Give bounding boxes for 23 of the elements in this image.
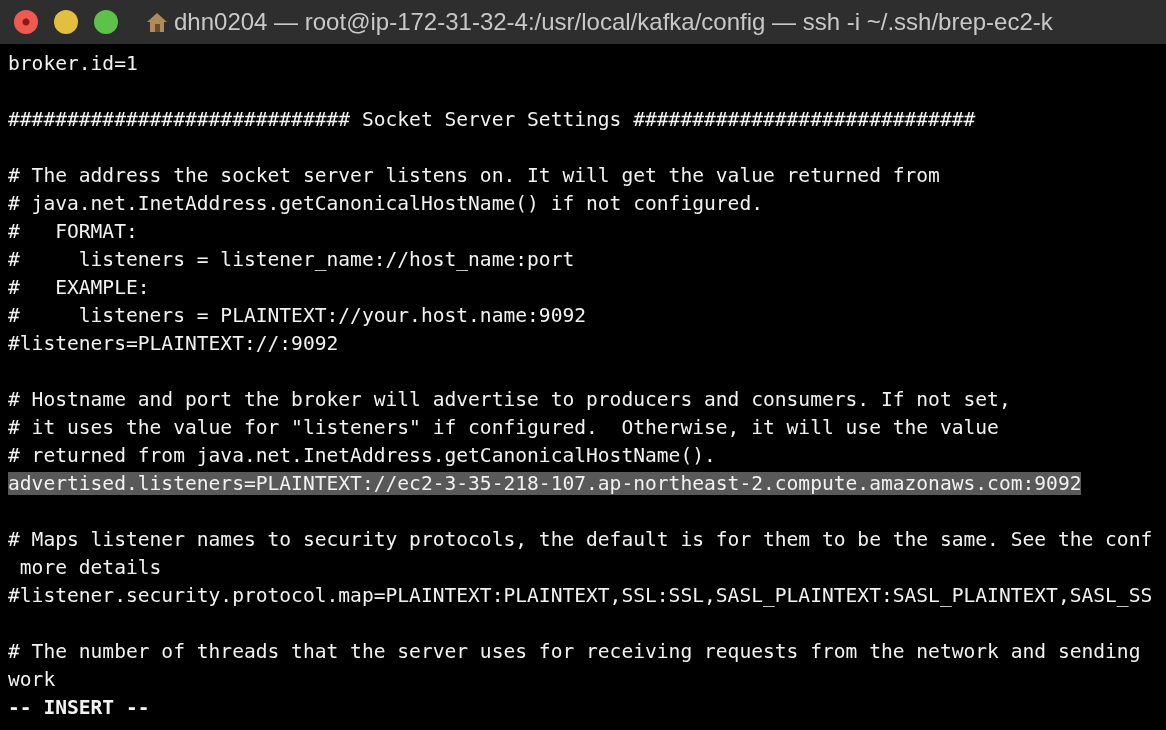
terminal-line: more details: [18, 556, 162, 579]
terminal-line: # The number of threads that the server uses for receiving requests from the network and sending: [8, 640, 1141, 663]
mode-indicator: -- INSERT --: [8, 696, 150, 719]
close-button[interactable]: [14, 10, 38, 34]
terminal-line: # java.net.InetAddress.getCanonicalHostName() if not configured.: [8, 192, 763, 215]
terminal-line: #listeners=PLAINTEXT://:9092: [8, 332, 339, 355]
terminal-line: # listeners = PLAINTEXT://your.host.name:9092: [8, 304, 587, 327]
terminal-line: # The address the socket server listens on. It will get the value returned from: [8, 164, 940, 187]
zoom-button[interactable]: [94, 10, 118, 34]
terminal-line: # Maps listener names to security protocols, the default is for them to be the same. See the conf: [8, 528, 1153, 551]
terminal-line: # Hostname and port the broker will advertise to producers and consumers. If not set,: [8, 388, 1011, 411]
minimize-button[interactable]: [54, 10, 78, 34]
terminal-line: # it uses the value for "listeners" if configured. Otherwise, it will use the value: [8, 416, 999, 439]
terminal-line: # EXAMPLE:: [8, 276, 150, 299]
terminal-line: work: [8, 668, 56, 691]
terminal-line: # listeners = listener_name://host_name:port: [8, 248, 575, 271]
terminal-line: broker.id=1: [8, 52, 138, 75]
terminal-line: ############################# Socket Server Settings #############################: [8, 108, 976, 131]
terminal-line: #listener.security.protocol.map=PLAINTEXT:PLAINTEXT,SSL:SSL,SASL_PLAINTEXT:SASL_PLAINTEXT,SASL_SS: [8, 584, 1153, 607]
terminal-line: # returned from java.net.InetAddress.getCanonicalHostName().: [8, 444, 716, 467]
house-icon: [146, 11, 168, 33]
terminal-line: # FORMAT:: [8, 220, 138, 243]
window-title: dhn0204 — root@ip-172-31-32-4:/usr/local/kafka/config — ssh -i ~/.ssh/brep-ec2-k: [174, 8, 1053, 36]
